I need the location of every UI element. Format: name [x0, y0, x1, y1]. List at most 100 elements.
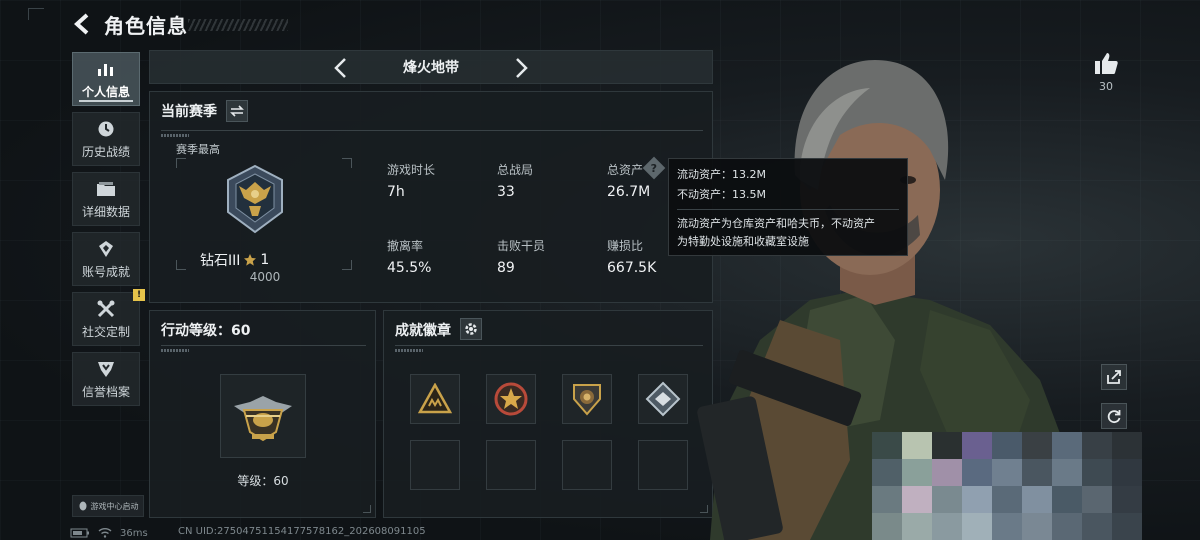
share-button[interactable] [1101, 364, 1127, 390]
achievement-slot-empty[interactable] [562, 440, 612, 490]
diamond-rank-medal-icon [227, 164, 283, 234]
stat-extraction-rate: 撤离率 45.5% [387, 237, 431, 276]
sidebar-item-label: 详细数据 [81, 204, 130, 219]
stat-label: 击败干员 [497, 239, 546, 253]
sidebar-item-detailed-data[interactable]: 详细数据 [72, 172, 140, 226]
achievements-panel: 成就徽章 [383, 310, 713, 518]
swap-icon [230, 105, 244, 117]
switch-season-button[interactable] [226, 100, 248, 122]
stat-label: 总战局 [497, 163, 534, 177]
sidebar-item-label: 个人信息 [81, 84, 130, 99]
stat-label: 游戏时长 [387, 163, 436, 177]
liquid-assets-line: 流动资产：13.2M [677, 168, 766, 181]
penguin-icon [79, 501, 86, 511]
sidebar-item-achievements[interactable]: 账号成就 [72, 232, 140, 286]
ping-text: 36ms [120, 527, 148, 539]
star-icon [244, 254, 257, 266]
folder-icon [96, 179, 116, 199]
helicopter-emblem-icon [234, 396, 292, 442]
sidebar-item-label: 社交定制 [81, 324, 130, 339]
divider [395, 345, 703, 346]
divider [161, 345, 366, 346]
mode-label: 烽火地带 [403, 60, 459, 76]
rank-name-text: 钻石III [200, 253, 241, 269]
back-button[interactable] [70, 11, 96, 37]
rank-name: 钻石III 1 [200, 250, 330, 270]
season-best-label: 赛季最高 [176, 143, 220, 156]
bar-chart-icon [96, 59, 116, 79]
warning-badge: ! [133, 289, 145, 301]
diamond-eagle-badge-icon [645, 381, 681, 417]
level-emblem [220, 374, 306, 458]
level-text: 等级：60 [237, 474, 289, 488]
back-arrow-icon [74, 13, 89, 35]
stat-operators-defeated: 击败干员 89 [497, 237, 545, 276]
shield-icon [96, 359, 116, 379]
tag-decoration [395, 349, 423, 352]
star-emblem-badge-icon [494, 382, 528, 416]
stat-value: 667.5K [607, 260, 657, 276]
sidebar-item-social[interactable]: ! 社交定制 [72, 289, 145, 346]
sidebar-item-credit-profile[interactable]: 信誉档案 [72, 352, 140, 406]
stat-value: 26.7M [607, 184, 651, 200]
achievement-badge-4[interactable] [638, 374, 688, 424]
page-title: 角色信息 [104, 13, 188, 38]
season-title: 当前赛季 [161, 104, 217, 120]
corner-decoration [363, 505, 371, 513]
battery-icon [70, 528, 89, 538]
achievement-icon [96, 239, 116, 259]
sidebar-item-personal-info[interactable]: 个人信息 [72, 52, 140, 106]
game-center-label: 游戏中心启动 [90, 501, 139, 511]
achievement-badge-3[interactable] [562, 374, 612, 424]
thumbs-up-icon[interactable] [1093, 50, 1119, 76]
stat-value: 89 [497, 260, 515, 276]
sidebar-item-history[interactable]: 历史战绩 [72, 112, 140, 166]
share-icon [1107, 370, 1121, 384]
achievement-slot-empty[interactable] [638, 440, 688, 490]
stat-label: 赚损比 [607, 239, 644, 253]
game-center-button[interactable]: 游戏中心启动 [72, 495, 144, 517]
tooltip-description-line-1: 流动资产为仓库资产和哈夫币，不动资产 [677, 217, 875, 230]
action-level-panel: 行动等级：60 等级：60 [149, 310, 376, 518]
sidebar-item-label: 账号成就 [81, 264, 130, 279]
pixelated-overlay [872, 432, 1142, 540]
achievements-title: 成就徽章 [395, 323, 451, 339]
sidebar-item-label: 历史战绩 [81, 144, 130, 159]
lion-shield-badge-icon [573, 384, 601, 416]
next-mode-button[interactable] [510, 56, 534, 80]
sidebar: 个人信息 历史战绩 详细数据 账号成就 ! 社交定制 信誉档案 [72, 52, 145, 412]
chevron-right-icon [516, 58, 528, 78]
tooltip-description-line-2: 为特勤处设施和收藏室设施 [677, 235, 809, 248]
gear-icon [465, 323, 477, 335]
rank-stars: 1 [260, 252, 270, 268]
refresh-icon [1107, 410, 1121, 424]
refresh-button[interactable] [1101, 403, 1127, 429]
achievement-badge-2[interactable] [486, 374, 536, 424]
achievement-slot-empty[interactable] [410, 440, 460, 490]
divider [161, 130, 703, 131]
status-bar: 36ms [70, 526, 148, 540]
stat-total-matches: 总战局 33 [497, 161, 533, 200]
season-panel: 当前赛季 赛季最高 钻石III 1 4000 游戏时长 7h 总战局 33 总资… [149, 91, 713, 303]
wifi-icon [98, 528, 112, 538]
clock-icon [96, 119, 116, 139]
achievement-settings-button[interactable] [460, 318, 482, 340]
achievement-slot-empty[interactable] [486, 440, 536, 490]
prev-mode-button[interactable] [328, 56, 352, 80]
assets-tooltip: 流动资产：13.2M 不动资产：13.5M 流动资产为仓库资产和哈夫币，不动资产… [668, 158, 908, 256]
tag-decoration [161, 134, 189, 137]
achievement-badge-1[interactable] [410, 374, 460, 424]
fixed-assets-line: 不动资产：13.5M [677, 188, 766, 201]
stat-value: 33 [497, 184, 515, 200]
stat-label: 撤离率 [387, 239, 424, 253]
mode-selector: 烽火地带 [149, 50, 713, 84]
tools-icon [96, 299, 116, 319]
title-stripes-decoration [188, 19, 288, 31]
stat-profit-loss-ratio: 赚损比 667.5K [607, 237, 656, 276]
chevron-left-icon [334, 58, 346, 78]
triangle-squad-badge-icon [418, 383, 452, 414]
corner-decoration [28, 8, 44, 20]
tooltip-divider [677, 209, 899, 210]
header: 角色信息 [70, 8, 188, 40]
stat-value: 7h [387, 184, 405, 200]
